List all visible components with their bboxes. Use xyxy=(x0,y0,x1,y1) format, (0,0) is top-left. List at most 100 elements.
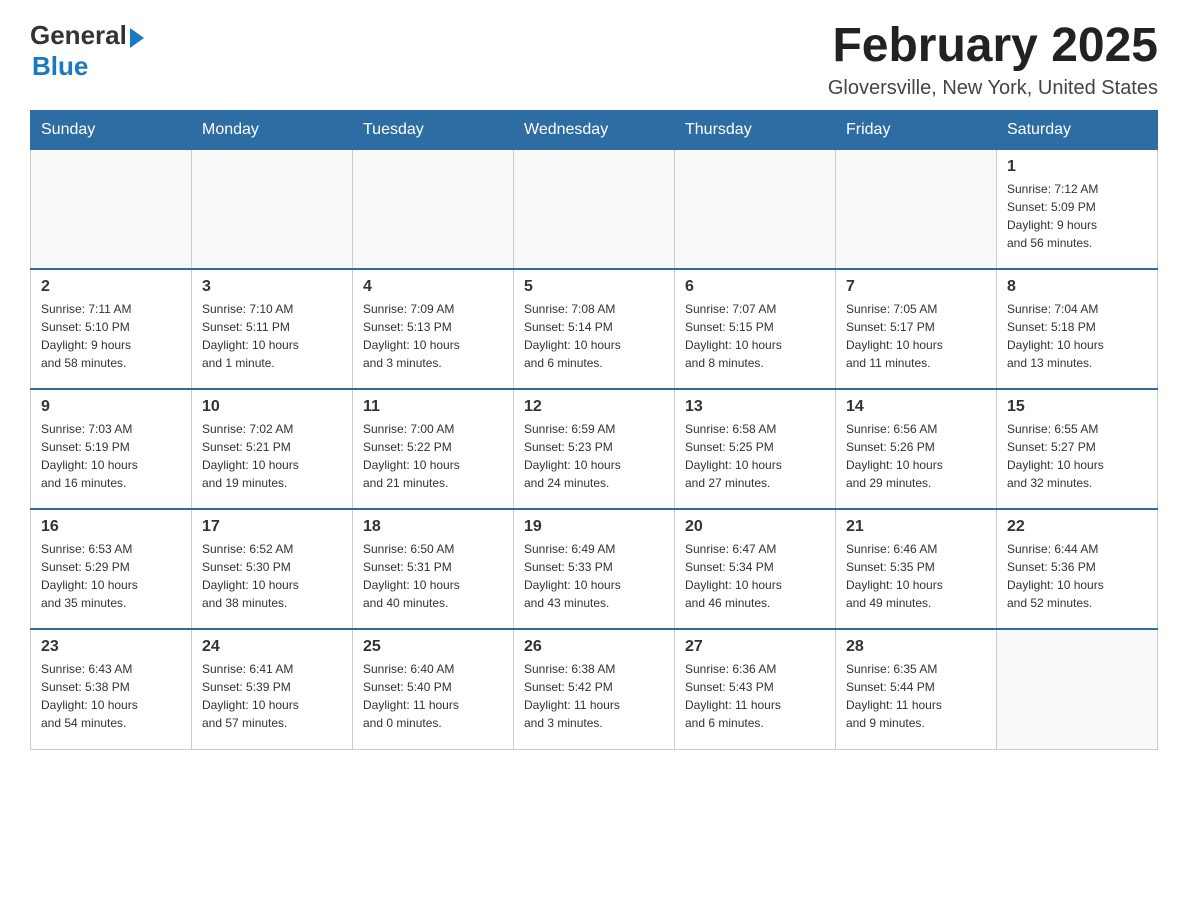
day-number: 12 xyxy=(524,398,664,416)
calendar-week-5: 23 Sunrise: 6:43 AMSunset: 5:38 PMDayligh… xyxy=(31,629,1158,749)
table-row: 3 Sunrise: 7:10 AMSunset: 5:11 PMDaylight… xyxy=(192,269,353,389)
day-number: 7 xyxy=(846,278,986,296)
day-info: Sunrise: 7:09 AMSunset: 5:13 PMDaylight:… xyxy=(363,300,503,372)
header-saturday: Saturday xyxy=(997,110,1158,149)
table-row: 17 Sunrise: 6:52 AMSunset: 5:30 PMDayligh… xyxy=(192,509,353,629)
header-monday: Monday xyxy=(192,110,353,149)
day-info: Sunrise: 7:10 AMSunset: 5:11 PMDaylight:… xyxy=(202,300,342,372)
table-row: 26 Sunrise: 6:38 AMSunset: 5:42 PMDayligh… xyxy=(514,629,675,749)
day-info: Sunrise: 6:46 AMSunset: 5:35 PMDaylight:… xyxy=(846,540,986,612)
table-row: 13Sunrise: 6:58 AMSunset: 5:25 PMDayligh… xyxy=(675,389,836,509)
day-number: 14 xyxy=(846,398,986,416)
calendar-week-4: 16 Sunrise: 6:53 AMSunset: 5:29 PMDayligh… xyxy=(31,509,1158,629)
day-info: Sunrise: 6:53 AMSunset: 5:29 PMDaylight:… xyxy=(41,540,181,612)
day-number: 26 xyxy=(524,638,664,656)
location: Gloversville, New York, United States xyxy=(828,77,1158,100)
day-number: 17 xyxy=(202,518,342,536)
day-number: 15 xyxy=(1007,398,1147,416)
table-row: 14 Sunrise: 6:56 AMSunset: 5:26 PMDayligh… xyxy=(836,389,997,509)
table-row: 2Sunrise: 7:11 AMSunset: 5:10 PMDaylight… xyxy=(31,269,192,389)
header-thursday: Thursday xyxy=(675,110,836,149)
day-number: 6 xyxy=(685,278,825,296)
day-number: 8 xyxy=(1007,278,1147,296)
table-row: 9 Sunrise: 7:03 AMSunset: 5:19 PMDaylight… xyxy=(31,389,192,509)
header-tuesday: Tuesday xyxy=(353,110,514,149)
day-number: 24 xyxy=(202,638,342,656)
day-number: 22 xyxy=(1007,518,1147,536)
day-info: Sunrise: 6:50 AMSunset: 5:31 PMDaylight:… xyxy=(363,540,503,612)
table-row xyxy=(514,149,675,269)
table-row: 20 Sunrise: 6:47 AMSunset: 5:34 PMDayligh… xyxy=(675,509,836,629)
day-number: 13 xyxy=(685,398,825,416)
day-number: 1 xyxy=(1007,158,1147,176)
day-number: 2 xyxy=(41,278,181,296)
day-number: 16 xyxy=(41,518,181,536)
day-number: 20 xyxy=(685,518,825,536)
day-info: Sunrise: 6:47 AMSunset: 5:34 PMDaylight:… xyxy=(685,540,825,612)
table-row: 19 Sunrise: 6:49 AMSunset: 5:33 PMDayligh… xyxy=(514,509,675,629)
day-number: 18 xyxy=(363,518,503,536)
day-info: Sunrise: 6:55 AMSunset: 5:27 PMDaylight:… xyxy=(1007,420,1147,492)
day-info: Sunrise: 6:38 AMSunset: 5:42 PMDaylight:… xyxy=(524,660,664,732)
day-number: 3 xyxy=(202,278,342,296)
header-wednesday: Wednesday xyxy=(514,110,675,149)
table-row: 18 Sunrise: 6:50 AMSunset: 5:31 PMDayligh… xyxy=(353,509,514,629)
day-number: 9 xyxy=(41,398,181,416)
month-title: February 2025 xyxy=(828,20,1158,73)
day-number: 27 xyxy=(685,638,825,656)
day-info: Sunrise: 6:59 AMSunset: 5:23 PMDaylight:… xyxy=(524,420,664,492)
calendar-header-row: Sunday Monday Tuesday Wednesday Thursday… xyxy=(31,110,1158,149)
header-friday: Friday xyxy=(836,110,997,149)
day-info: Sunrise: 6:44 AMSunset: 5:36 PMDaylight:… xyxy=(1007,540,1147,612)
header-sunday: Sunday xyxy=(31,110,192,149)
logo-arrow-icon xyxy=(130,28,144,48)
day-info: Sunrise: 6:40 AMSunset: 5:40 PMDaylight:… xyxy=(363,660,503,732)
table-row: 28 Sunrise: 6:35 AMSunset: 5:44 PMDayligh… xyxy=(836,629,997,749)
table-row xyxy=(31,149,192,269)
table-row: 12 Sunrise: 6:59 AMSunset: 5:23 PMDayligh… xyxy=(514,389,675,509)
table-row: 15 Sunrise: 6:55 AMSunset: 5:27 PMDayligh… xyxy=(997,389,1158,509)
day-number: 5 xyxy=(524,278,664,296)
day-number: 23 xyxy=(41,638,181,656)
day-info: Sunrise: 7:05 AMSunset: 5:17 PMDaylight:… xyxy=(846,300,986,372)
day-info: Sunrise: 6:56 AMSunset: 5:26 PMDaylight:… xyxy=(846,420,986,492)
calendar-table: Sunday Monday Tuesday Wednesday Thursday… xyxy=(30,110,1158,750)
table-row xyxy=(353,149,514,269)
logo-blue-text: Blue xyxy=(32,51,88,82)
page-header: General Blue February 2025 Gloversville,… xyxy=(30,20,1158,100)
day-info: Sunrise: 6:41 AMSunset: 5:39 PMDaylight:… xyxy=(202,660,342,732)
table-row: 21 Sunrise: 6:46 AMSunset: 5:35 PMDayligh… xyxy=(836,509,997,629)
calendar-week-2: 2Sunrise: 7:11 AMSunset: 5:10 PMDaylight… xyxy=(31,269,1158,389)
table-row xyxy=(192,149,353,269)
day-info: Sunrise: 6:52 AMSunset: 5:30 PMDaylight:… xyxy=(202,540,342,612)
table-row: 6 Sunrise: 7:07 AMSunset: 5:15 PMDaylight… xyxy=(675,269,836,389)
table-row: 8 Sunrise: 7:04 AMSunset: 5:18 PMDaylight… xyxy=(997,269,1158,389)
calendar-week-1: 1Sunrise: 7:12 AMSunset: 5:09 PMDaylight… xyxy=(31,149,1158,269)
table-row xyxy=(997,629,1158,749)
day-info: Sunrise: 7:07 AMSunset: 5:15 PMDaylight:… xyxy=(685,300,825,372)
day-info: Sunrise: 7:03 AMSunset: 5:19 PMDaylight:… xyxy=(41,420,181,492)
table-row: 23 Sunrise: 6:43 AMSunset: 5:38 PMDayligh… xyxy=(31,629,192,749)
table-row: 10Sunrise: 7:02 AMSunset: 5:21 PMDayligh… xyxy=(192,389,353,509)
day-number: 19 xyxy=(524,518,664,536)
day-info: Sunrise: 6:36 AMSunset: 5:43 PMDaylight:… xyxy=(685,660,825,732)
day-info: Sunrise: 7:04 AMSunset: 5:18 PMDaylight:… xyxy=(1007,300,1147,372)
day-info: Sunrise: 6:35 AMSunset: 5:44 PMDaylight:… xyxy=(846,660,986,732)
day-number: 4 xyxy=(363,278,503,296)
day-info: Sunrise: 7:02 AMSunset: 5:21 PMDaylight:… xyxy=(202,420,342,492)
day-number: 21 xyxy=(846,518,986,536)
table-row: 7 Sunrise: 7:05 AMSunset: 5:17 PMDaylight… xyxy=(836,269,997,389)
day-info: Sunrise: 6:43 AMSunset: 5:38 PMDaylight:… xyxy=(41,660,181,732)
day-info: Sunrise: 7:08 AMSunset: 5:14 PMDaylight:… xyxy=(524,300,664,372)
table-row: 11 Sunrise: 7:00 AMSunset: 5:22 PMDayligh… xyxy=(353,389,514,509)
day-info: Sunrise: 7:00 AMSunset: 5:22 PMDaylight:… xyxy=(363,420,503,492)
table-row: 1Sunrise: 7:12 AMSunset: 5:09 PMDaylight… xyxy=(997,149,1158,269)
day-number: 28 xyxy=(846,638,986,656)
table-row xyxy=(675,149,836,269)
table-row: 4 Sunrise: 7:09 AMSunset: 5:13 PMDaylight… xyxy=(353,269,514,389)
calendar-week-3: 9 Sunrise: 7:03 AMSunset: 5:19 PMDaylight… xyxy=(31,389,1158,509)
logo-general-text: General xyxy=(30,20,127,51)
day-number: 11 xyxy=(363,398,503,416)
table-row: 22 Sunrise: 6:44 AMSunset: 5:36 PMDayligh… xyxy=(997,509,1158,629)
day-info: Sunrise: 6:49 AMSunset: 5:33 PMDaylight:… xyxy=(524,540,664,612)
